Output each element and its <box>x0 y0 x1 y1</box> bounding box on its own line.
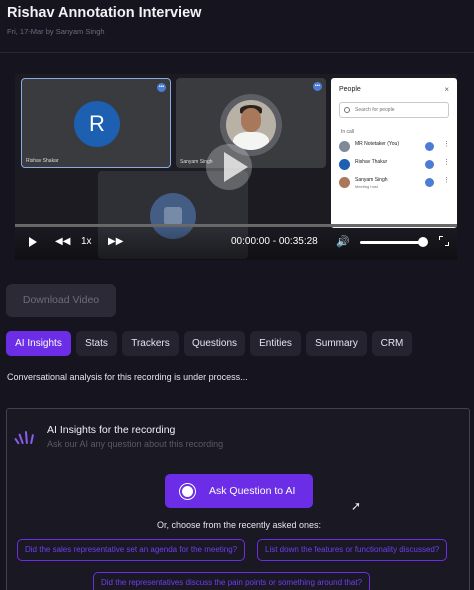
search-placeholder: Search for people <box>355 107 395 113</box>
header-divider <box>0 52 474 53</box>
person-name: MR Notetaker (You) <box>355 141 399 147</box>
suggested-question[interactable]: Did the sales representative set an agen… <box>17 539 246 561</box>
people-list-item[interactable]: Sanyam Singh Meeting host ⋮ <box>339 174 451 192</box>
people-panel-title: People <box>339 86 361 93</box>
page-title: Rishav Annotation Interview <box>7 5 202 21</box>
forward-icon[interactable]: ▶▶ <box>108 236 123 247</box>
participant-name: Rishav Shakar <box>26 158 59 164</box>
mic-status-icon <box>425 160 434 169</box>
person-name: Rishav Thakur <box>355 159 388 165</box>
tab-crm[interactable]: CRM <box>372 331 412 356</box>
time-display: 00:00:00 - 00:35:28 <box>231 236 318 247</box>
play-icon[interactable] <box>29 237 37 247</box>
in-call-label: In call <box>341 129 355 135</box>
analysis-status-text: Conversational analysis for this recordi… <box>7 372 248 382</box>
play-icon[interactable] <box>224 152 248 182</box>
avatar <box>339 141 350 152</box>
mouse-cursor-icon: ➚ <box>351 499 362 513</box>
volume-slider[interactable] <box>360 241 424 244</box>
fullscreen-icon[interactable] <box>439 236 449 246</box>
card-subtitle: Ask our AI any question about this recor… <box>47 439 224 449</box>
rewind-icon[interactable]: ◀◀ <box>55 236 70 247</box>
playback-rate-button[interactable]: 1x <box>81 236 92 247</box>
search-icon <box>344 107 350 113</box>
tab-stats[interactable]: Stats <box>76 331 117 356</box>
avatar <box>339 177 350 188</box>
participant-tile-rishav: R Rishav Shakar ••• <box>21 78 171 168</box>
more-options-icon[interactable]: ⋮ <box>443 176 450 184</box>
suggested-question[interactable]: List down the features or functionality … <box>257 539 448 561</box>
choose-prompt: Or, choose from the recently asked ones: <box>156 520 322 530</box>
mic-status-icon <box>425 178 434 187</box>
download-video-button[interactable]: Download Video <box>6 284 116 317</box>
page-subtitle: Fri, 17-Mar by Sanyam Singh <box>7 27 105 36</box>
person-name: Sanyam Singh <box>355 177 388 183</box>
people-list-item[interactable]: MR Notetaker (You) ⋮ <box>339 138 451 156</box>
sun-icon <box>182 486 193 497</box>
people-panel: People × Search for people In call MR No… <box>331 78 457 228</box>
tab-summary[interactable]: Summary <box>306 331 367 356</box>
volume-slider-handle[interactable] <box>418 237 428 247</box>
mic-status-icon <box>425 142 434 151</box>
ai-insights-card: AI Insights for the recording Ask our AI… <box>6 408 470 590</box>
ask-question-button[interactable]: Ask Question to AI <box>165 474 313 508</box>
tab-entities[interactable]: Entities <box>250 331 301 356</box>
more-options-icon[interactable]: ⋮ <box>443 158 450 166</box>
more-icon: ••• <box>313 82 322 91</box>
ask-question-label: Ask Question to AI <box>209 485 296 497</box>
tab-trackers[interactable]: Trackers <box>122 331 179 356</box>
volume-icon[interactable]: 🔊 <box>336 235 350 248</box>
video-controls: ◀◀ 1x ▶▶ 00:00:00 - 00:35:28 🔊 <box>15 224 457 260</box>
people-search-input[interactable]: Search for people <box>339 102 449 118</box>
card-title: AI Insights for the recording <box>47 424 176 436</box>
participant-avatar: R <box>74 101 120 147</box>
tab-ai-insights[interactable]: AI Insights <box>6 331 71 356</box>
people-list-item[interactable]: Rishav Thakur ⋮ <box>339 156 451 174</box>
ai-insights-icon <box>14 430 35 445</box>
avatar <box>339 159 350 170</box>
close-icon[interactable]: × <box>444 85 449 94</box>
more-icon: ••• <box>157 83 166 92</box>
person-role: Meeting host <box>355 184 378 189</box>
more-options-icon[interactable]: ⋮ <box>443 140 450 148</box>
participant-tile-sanyam: Sanyam Singh ••• <box>176 78 326 168</box>
tab-questions[interactable]: Questions <box>184 331 245 356</box>
suggested-question[interactable]: Did the representatives discuss the pain… <box>93 572 371 590</box>
